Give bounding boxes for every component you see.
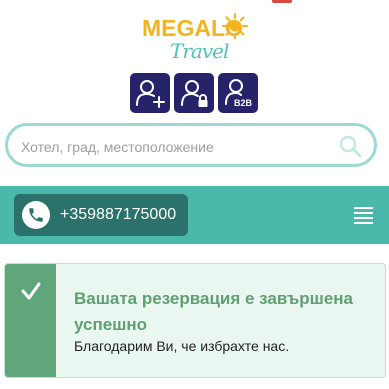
- phone-number: +359887175000: [60, 206, 177, 223]
- menu-icon[interactable]: [354, 207, 373, 224]
- search-icon[interactable]: [338, 134, 362, 158]
- login-button[interactable]: [174, 73, 214, 113]
- b2b-badge: B2B: [234, 98, 253, 108]
- brand-sub: Travel: [170, 39, 229, 63]
- user-lock-icon: [181, 80, 208, 107]
- phone-button[interactable]: +359887175000: [14, 194, 188, 236]
- register-button[interactable]: [130, 73, 170, 113]
- alert-title: Вашата резервация е завършена успешно: [74, 289, 353, 334]
- nav-bar: +359887175000: [0, 186, 389, 244]
- search-input[interactable]: Хотел, град, местоположение: [21, 139, 214, 155]
- checkmark-icon: [21, 282, 41, 300]
- b2b-login-button[interactable]: B2B: [218, 73, 258, 113]
- user-b2b-icon: B2B: [225, 79, 253, 108]
- user-add-icon: [136, 80, 165, 108]
- phone-icon-circle: [22, 201, 50, 229]
- success-alert: Вашата резервация е завършена успешно Бл…: [4, 263, 386, 378]
- phone-icon: [29, 208, 43, 222]
- alert-side: [5, 264, 56, 377]
- alert-message: Благодарим Ви, че избрахте нас.: [74, 338, 290, 354]
- sun-icon: [222, 13, 248, 39]
- brand-logo[interactable]: MEGALO Travel: [140, 12, 248, 66]
- language-flag[interactable]: [272, 0, 292, 3]
- search-bar[interactable]: Хотел, град, местоположение: [5, 123, 377, 167]
